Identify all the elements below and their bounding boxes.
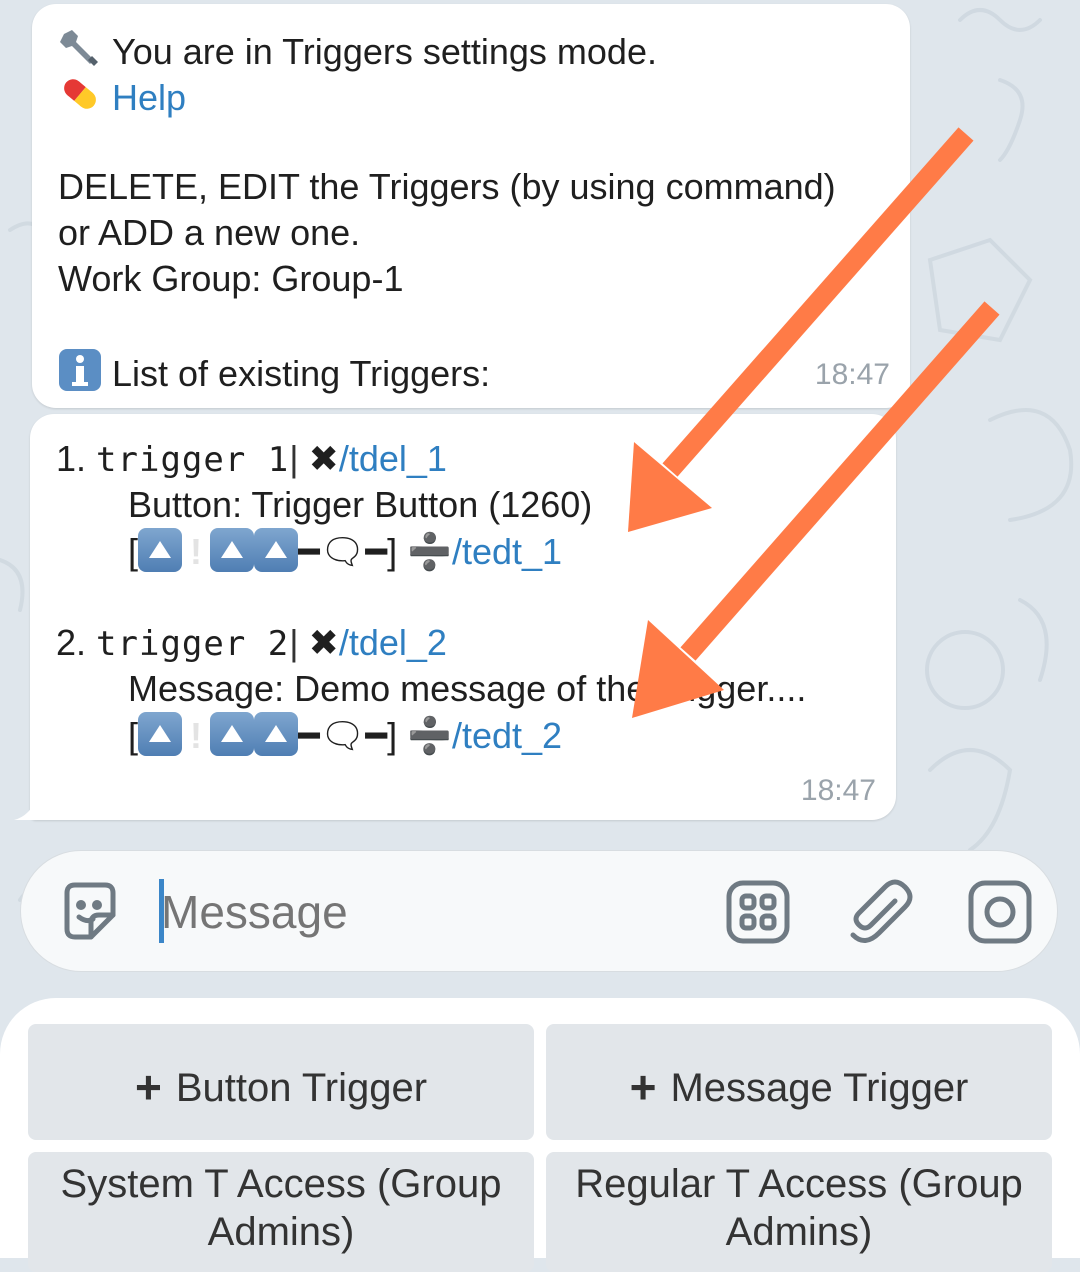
message-composer (20, 850, 1058, 972)
up-button-icon (210, 528, 255, 572)
edit-command-link[interactable]: /tedt_2 (452, 715, 562, 756)
separator: | (289, 622, 299, 663)
trigger-row-2: 2. trigger 2| ✖/tdel_2 (56, 620, 447, 667)
regular-trigger-access-button[interactable]: Regular T Access (Group Admins) (546, 1152, 1052, 1272)
plus-icon: + (629, 1061, 657, 1113)
add-button-trigger-button[interactable]: + Button Trigger (28, 1024, 534, 1140)
mode-text: You are in Triggers settings mode. (112, 31, 657, 72)
trigger-flags-row: [! ━🗨━] ➗/tedt_2 (128, 712, 562, 759)
instructions-line-2: or ADD a new one. (58, 212, 361, 253)
delete-command-link[interactable]: /tdel_1 (339, 438, 447, 479)
trigger-detail: Button: Trigger Button (1260) (128, 484, 593, 525)
delete-x-icon: ✖ (308, 438, 339, 479)
message-time: 18:47 (800, 774, 876, 807)
trigger-name: trigger 1 (96, 440, 290, 480)
message-input[interactable] (161, 877, 701, 947)
dash-icon: ━ (298, 715, 320, 756)
attach-icon[interactable] (847, 879, 913, 945)
message-time: 18:47 (814, 358, 890, 391)
speech-bubble-icon: 🗨 (319, 715, 366, 756)
delete-command-link[interactable]: /tdel_2 (339, 622, 447, 663)
exclamation-icon: ! (190, 715, 203, 756)
sticker-icon[interactable] (57, 879, 123, 945)
list-heading-text: List of existing Triggers: (112, 353, 491, 394)
trigger-row-1: 1. trigger 1| ✖/tdel_1 (56, 436, 447, 483)
dash-icon: ━ (298, 531, 320, 572)
bot-menu-icon[interactable] (725, 879, 791, 945)
pill-icon (58, 72, 102, 127)
up-button-icon (138, 528, 183, 572)
up-button-icon (254, 712, 299, 756)
system-trigger-access-button[interactable]: System T Access (Group Admins) (28, 1152, 534, 1272)
instructions-line-1: DELETE, EDIT the Triggers (by using comm… (58, 166, 836, 207)
dash-icon: ━ (365, 531, 388, 572)
message-bubble-2: 1. trigger 1| ✖/tdel_1 Button: Trigger B… (14, 414, 896, 820)
up-button-icon (138, 712, 183, 756)
flags-open-bracket: [ (128, 715, 139, 756)
trigger-name: trigger 2 (96, 624, 290, 664)
button-label: Message Trigger (670, 1066, 969, 1110)
edit-command-link[interactable]: /tedt_1 (452, 531, 562, 572)
flags-open-bracket: [ (128, 531, 139, 572)
trigger-number: 2. (56, 622, 87, 663)
plus-icon: + (134, 1061, 162, 1113)
trigger-detail: Message: Demo message of the Trigger.... (128, 668, 807, 709)
work-group-line: Work Group: Group-1 (58, 258, 404, 299)
add-message-trigger-button[interactable]: + Message Trigger (546, 1024, 1052, 1140)
bubble-tail (14, 796, 38, 820)
up-button-icon (210, 712, 255, 756)
divide-icon: ➗ (407, 715, 452, 756)
delete-x-icon: ✖ (308, 622, 339, 663)
up-button-icon (254, 528, 299, 572)
flags-close-bracket: ] (387, 715, 398, 756)
camera-icon[interactable] (967, 879, 1033, 945)
exclamation-icon: ! (190, 531, 203, 572)
message-bubble-1: You are in Triggers settings mode. Help … (32, 4, 910, 408)
speech-bubble-icon: 🗨 (319, 531, 366, 572)
separator: | (289, 438, 299, 479)
divide-icon: ➗ (407, 531, 452, 572)
flags-close-bracket: ] (387, 531, 398, 572)
reply-keyboard: + Button Trigger + Message Trigger System … (0, 998, 1080, 1272)
list-heading-line: List of existing Triggers: (58, 348, 490, 403)
button-label: Button Trigger (175, 1066, 428, 1110)
dash-icon: ━ (365, 715, 388, 756)
help-line: Help (58, 72, 186, 127)
info-icon (58, 348, 102, 403)
button-label: System T Access (Group Admins) (60, 1162, 502, 1254)
help-link[interactable]: Help (112, 77, 186, 118)
trigger-flags-row: [! ━🗨━] ➗/tedt_1 (128, 528, 562, 575)
trigger-number: 1. (56, 438, 87, 479)
button-label: Regular T Access (Group Admins) (575, 1162, 1023, 1254)
